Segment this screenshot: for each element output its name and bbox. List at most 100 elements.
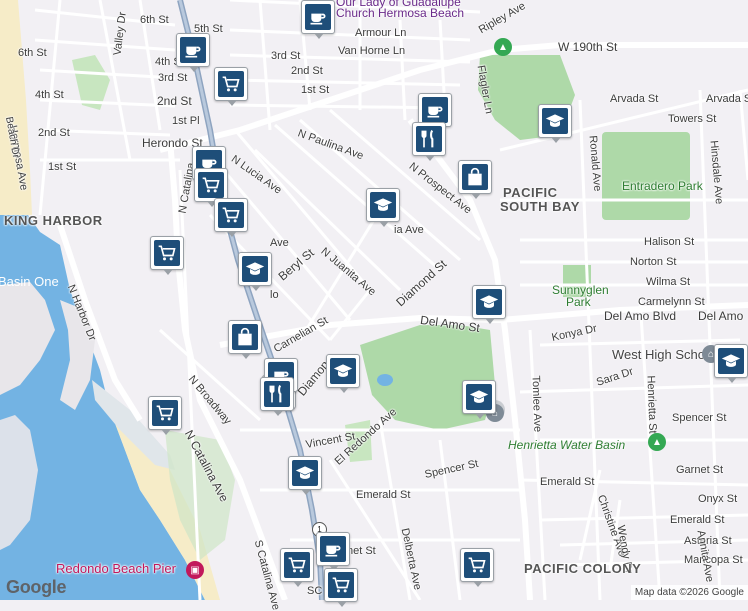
grocery-marker[interactable] — [148, 396, 182, 435]
school-marker[interactable] — [238, 252, 272, 291]
street-label-3rd-a: 3rd St — [158, 72, 188, 84]
school-marker[interactable] — [366, 188, 400, 227]
park-tree-icon[interactable]: ▲ — [494, 38, 512, 56]
street-label-emerald-c: Emerald St — [670, 514, 725, 526]
cafe-marker[interactable] — [176, 33, 210, 72]
school-marker[interactable] — [288, 456, 322, 495]
street-label-halison: Halison St — [644, 236, 695, 248]
street-label-2nd-c: 2nd St — [38, 127, 70, 139]
restaurant-icon — [264, 381, 290, 407]
shopping-cart-icon — [328, 572, 354, 598]
street-label-b-ave: Ave — [270, 237, 289, 249]
shopping-marker[interactable] — [458, 160, 492, 199]
grocery-marker[interactable] — [214, 67, 248, 106]
street-label-2nd-a: 2nd St — [157, 94, 192, 108]
water-label-basin-one: Basin One — [0, 274, 59, 289]
school-icon — [718, 348, 744, 374]
street-label-van-horne: Van Horne Ln — [338, 45, 406, 57]
poi-label-redondo-pier[interactable]: Redondo Beach Pier — [56, 562, 176, 575]
school-marker[interactable] — [538, 104, 572, 143]
school-marker[interactable] — [326, 354, 360, 393]
street-label-norton: Norton St — [630, 256, 677, 268]
shopping-cart-icon — [198, 172, 224, 198]
street-label-sc: SC — [307, 585, 323, 597]
street-label-ia-ave: ia Ave — [394, 224, 424, 236]
shopping-cart-icon — [154, 240, 180, 266]
shopping-cart-icon — [218, 202, 244, 228]
school-icon — [370, 192, 396, 218]
street-label-2nd-b: 2nd St — [291, 65, 323, 77]
street-label-spencer-a: Spencer St — [672, 412, 727, 424]
park-label-entradero[interactable]: Entradero Park — [622, 180, 703, 192]
school-icon — [330, 358, 356, 384]
area-label-pacific: PACIFIC — [503, 185, 558, 200]
poi-label-west-high[interactable]: West High School — [612, 348, 715, 361]
restaurant-icon — [416, 126, 442, 152]
coffee-icon — [305, 4, 331, 30]
map-credits: Map data ©2026 Google — [630, 585, 748, 600]
area-label-south-bay: SOUTH BAY — [500, 199, 580, 214]
school-marker[interactable] — [462, 380, 496, 419]
grocery-marker[interactable] — [460, 548, 494, 587]
street-label-carmelynn: Carmelynn St — [638, 296, 705, 308]
street-label-emerald-a: Emerald St — [356, 489, 411, 501]
street-label-net-st: net St — [347, 545, 376, 557]
pier-photo-icon[interactable]: ▣ — [186, 561, 204, 579]
street-label-tomlee: Tomlee Ave — [529, 375, 544, 433]
cafe-marker[interactable] — [316, 532, 350, 571]
cafe-marker[interactable] — [301, 0, 335, 39]
restaurant-marker[interactable] — [260, 377, 294, 416]
street-label-4th-b: 4th St — [35, 89, 64, 101]
shopping-cart-icon — [284, 552, 310, 578]
street-label-1st-a: 1st St — [301, 84, 330, 96]
grocery-marker[interactable] — [194, 168, 228, 207]
church-label-line2[interactable]: Church Hermosa Beach — [336, 7, 464, 19]
school-icon — [542, 108, 568, 134]
street-label-emerald-b: Emerald St — [540, 476, 595, 488]
map-canvas[interactable] — [0, 0, 748, 600]
street-label-6th-b: 6th St — [18, 47, 47, 59]
street-label-del-amo-blvd: Del Amo Blvd — [604, 309, 677, 323]
street-label-1st-pl: 1st Pl — [172, 115, 200, 127]
grocery-marker[interactable] — [150, 236, 184, 275]
street-label-w190: W 190th St — [558, 40, 618, 54]
pond — [377, 374, 393, 386]
coffee-icon — [180, 37, 206, 63]
shopping-cart-icon — [464, 552, 490, 578]
street-label-del-amo-end: Del Amo — [698, 309, 744, 323]
coffee-icon — [320, 536, 346, 562]
park-label-sunnyglen-park[interactable]: Park — [566, 296, 591, 308]
street-label-6th-a: 6th St — [140, 14, 169, 26]
school-marker[interactable] — [714, 344, 748, 383]
shopping-cart-icon — [152, 400, 178, 426]
street-label-maricopa: Maricopa St — [684, 554, 743, 566]
shopping-cart-icon — [218, 71, 244, 97]
street-label-arvada-b: Arvada St — [706, 93, 748, 105]
area-label-king-harbor: KING HARBOR — [4, 213, 103, 228]
street-label-wilma: Wilma St — [646, 276, 690, 288]
street-label-1st-b: 1st St — [48, 161, 77, 173]
area-label-pacific-colony: PACIFIC COLONY — [524, 561, 642, 576]
coffee-icon — [422, 97, 448, 123]
school-icon — [476, 289, 502, 315]
street-label-lo: lo — [270, 289, 279, 301]
school-icon — [466, 384, 492, 410]
poi-label-henrietta-water[interactable]: Henrietta Water Basin — [508, 439, 625, 451]
grocery-marker[interactable] — [280, 548, 314, 587]
street-label-garnet: Garnet St — [676, 464, 724, 476]
street-label-towers: Towers St — [668, 113, 717, 125]
school-icon — [292, 460, 318, 486]
street-label-armour: Armour Ln — [355, 27, 407, 39]
shopping-marker[interactable] — [228, 320, 262, 359]
water-basin-tree-icon[interactable]: ▲ — [648, 433, 666, 451]
restaurant-marker[interactable] — [412, 122, 446, 161]
shopping-bag-icon — [232, 324, 258, 350]
grocery-marker[interactable] — [214, 198, 248, 237]
street-label-3rd-b: 3rd St — [271, 50, 301, 62]
shopping-bag-icon — [462, 164, 488, 190]
street-label-onyx: Onyx St — [698, 493, 738, 505]
street-label-arvada-a: Arvada St — [610, 93, 659, 105]
school-marker[interactable] — [472, 285, 506, 324]
google-logo: Google — [6, 577, 67, 597]
grocery-marker[interactable] — [324, 568, 358, 607]
